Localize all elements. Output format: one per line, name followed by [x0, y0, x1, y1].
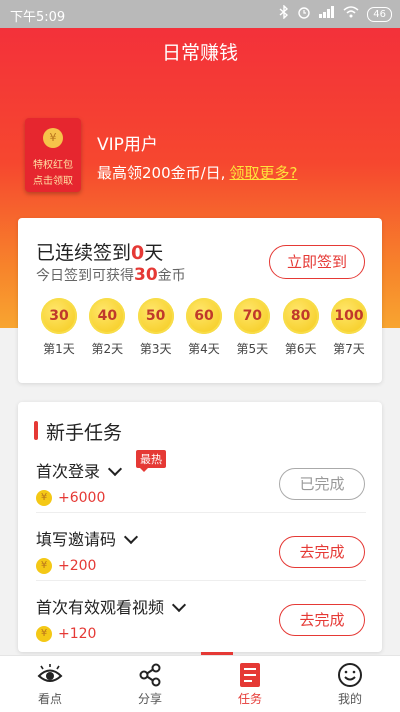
- checkin-day: 80 第6天: [281, 298, 321, 357]
- hot-badge: 最热: [136, 450, 166, 472]
- checkin-reward: 30: [134, 265, 158, 285]
- coin-icon: ¥: [36, 490, 52, 506]
- task-item: 首次有效观看视频 ¥ +120 去完成: [36, 594, 366, 660]
- red-packet-action: 点击领取: [33, 176, 73, 187]
- checkin-day: 40 第2天: [87, 298, 127, 357]
- tab-label: 分享: [137, 692, 162, 706]
- vip-desc-text: 最高领200金币/日,: [97, 164, 226, 182]
- signal-icon: [319, 6, 335, 22]
- day-label: 第4天: [188, 342, 220, 356]
- share-icon: [100, 662, 200, 688]
- tab-mine[interactable]: 我的: [300, 656, 400, 712]
- task-name-text: 首次有效观看视频: [36, 598, 165, 617]
- checkin-day: 30 第1天: [39, 298, 79, 357]
- day-label: 第7天: [333, 342, 365, 356]
- checkin-streak: 0: [131, 242, 145, 264]
- task-name[interactable]: 首次有效观看视频: [36, 594, 187, 618]
- gold-coin: 40: [89, 298, 126, 334]
- task-reward: ¥ +120: [36, 626, 96, 642]
- tab-tasks[interactable]: 任务: [200, 656, 300, 712]
- task-name-text: 首次登录: [36, 462, 101, 481]
- gold-coin: 100: [330, 298, 367, 334]
- task-reward: ¥ +200: [36, 558, 96, 574]
- smile-icon: [300, 662, 400, 688]
- tab-share[interactable]: 分享: [100, 656, 200, 712]
- checkin-day: 60 第4天: [184, 298, 224, 357]
- gold-coin: 30: [41, 298, 77, 334]
- battery-indicator: 46: [367, 6, 392, 22]
- task-item: 首次登录 最热 ¥ +6000 已完成: [36, 450, 366, 524]
- page-title: 日常赚钱: [161, 42, 238, 64]
- gold-coin: 70: [234, 298, 271, 334]
- checkin-title-suffix: 天: [144, 242, 164, 264]
- bottom-tab-bar: 看点 分享 任务 我的: [0, 655, 400, 712]
- task-completed-button[interactable]: 已完成: [279, 468, 365, 500]
- checkin-day: 50 第3天: [136, 298, 176, 357]
- divider: [36, 580, 366, 581]
- status-time: 下午5:09: [10, 10, 66, 25]
- task-reward-value: +120: [58, 626, 97, 642]
- alarm-icon: [297, 5, 311, 23]
- day-label: 第3天: [139, 342, 172, 356]
- checkin-day: 100 第7天: [329, 298, 369, 357]
- status-bar: 下午5:09 46: [0, 0, 400, 28]
- tasks-heading-text: 新手任务: [46, 422, 123, 444]
- coin-icon: ¥: [36, 558, 52, 574]
- checkin-sub-suffix: 金币: [157, 268, 186, 284]
- task-name[interactable]: 填写邀请码: [36, 526, 139, 550]
- red-packet-label: 特权红包: [33, 160, 73, 171]
- tab-label: 我的: [337, 692, 362, 706]
- gold-coin: 50: [137, 298, 174, 334]
- sign-in-button[interactable]: 立即签到: [269, 245, 365, 279]
- day-label: 第2天: [91, 342, 124, 356]
- task-go-button[interactable]: 去完成: [279, 604, 365, 636]
- task-reward: ¥ +6000: [36, 490, 105, 506]
- eye-icon: [0, 662, 100, 688]
- status-icons: 46: [279, 4, 392, 23]
- get-more-link[interactable]: 领取更多?: [229, 164, 297, 182]
- privilege-red-packet[interactable]: ¥ 特权红包 点击领取: [25, 118, 81, 192]
- task-reward-value: +200: [58, 558, 97, 574]
- day-label: 第1天: [43, 342, 75, 356]
- checkin-days: 30 第1天 40 第2天 50 第3天 60 第4天 70 第5天 80 第6天 100 第…: [39, 298, 369, 357]
- checkin-title-prefix: 已连续签到: [36, 242, 132, 264]
- task-name-text: 填写邀请码: [36, 530, 117, 549]
- newbie-tasks-card: 新手任务 首次登录 最热 ¥ +6000 已完成 填写邀请码 ¥ +200 去完成 …: [18, 402, 382, 652]
- chevron-down-icon: [123, 529, 139, 545]
- vip-title: VIP用户: [97, 135, 158, 155]
- tab-watch[interactable]: 看点: [0, 656, 100, 712]
- vip-description: 最高领200金币/日, 领取更多?: [97, 162, 297, 183]
- checkin-subtitle: 今日签到可获得30金币: [36, 265, 186, 285]
- day-label: 第5天: [236, 342, 269, 356]
- coin-icon: ¥: [36, 626, 52, 642]
- chevron-down-icon: [107, 461, 123, 477]
- checkin-title: 已连续签到0天: [36, 238, 163, 265]
- task-icon: [200, 662, 300, 688]
- task-reward-value: +6000: [58, 490, 106, 506]
- divider: [36, 512, 366, 513]
- task-item: 填写邀请码 ¥ +200 去完成: [36, 526, 366, 592]
- tab-label: 任务: [237, 692, 262, 706]
- chevron-down-icon: [171, 597, 187, 613]
- task-name[interactable]: 首次登录: [36, 458, 123, 482]
- bluetooth-icon: [279, 4, 289, 23]
- heading-accent-bar: [34, 421, 38, 440]
- checkin-sub-prefix: 今日签到可获得: [36, 268, 134, 284]
- day-label: 第6天: [284, 342, 317, 356]
- gold-coin: 80: [282, 298, 319, 334]
- task-go-button[interactable]: 去完成: [279, 536, 365, 568]
- wifi-icon: [343, 6, 359, 22]
- tab-label: 看点: [37, 692, 62, 706]
- coin-icon: ¥: [43, 128, 63, 148]
- checkin-card: 已连续签到0天 今日签到可获得30金币 立即签到 30 第1天 40 第2天 50 第…: [18, 218, 382, 383]
- gold-coin: 60: [185, 298, 222, 334]
- checkin-day: 70 第5天: [232, 298, 272, 357]
